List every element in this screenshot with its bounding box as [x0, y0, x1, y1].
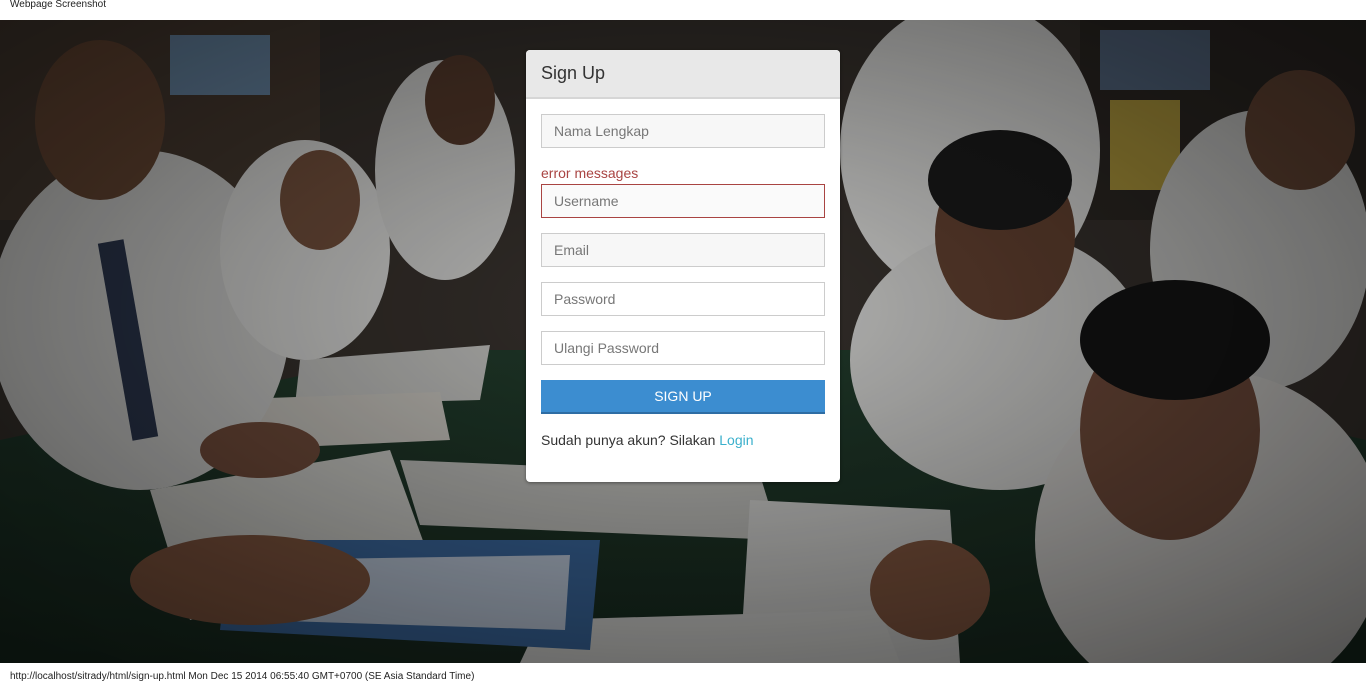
screenshot-footer: http://localhost/sitrady/html/sign-up.ht…: [0, 663, 1366, 683]
password-input[interactable]: [541, 282, 825, 316]
login-prompt-text: Sudah punya akun? Silakan: [541, 432, 716, 448]
fullname-input[interactable]: [541, 114, 825, 148]
username-input[interactable]: [541, 184, 825, 218]
page-viewport: Sign Up error messages SIGN UP Sudah pun…: [0, 20, 1366, 663]
login-link[interactable]: Login: [719, 432, 753, 448]
screenshot-header: Webpage Screenshot: [0, 0, 1366, 20]
signup-button[interactable]: SIGN UP: [541, 380, 825, 414]
email-input[interactable]: [541, 233, 825, 267]
panel-title: Sign Up: [541, 63, 606, 83]
confirm-password-input[interactable]: [541, 331, 825, 365]
error-message: error messages: [541, 165, 639, 181]
signup-form: error messages SIGN UP Sudah punya akun?…: [526, 99, 840, 448]
panel-heading: Sign Up: [526, 50, 840, 99]
login-prompt-line: Sudah punya akun? Silakan Login: [541, 432, 825, 448]
screenshot-footer-text: http://localhost/sitrady/html/sign-up.ht…: [10, 671, 475, 682]
screenshot-header-text: Webpage Screenshot: [10, 0, 106, 10]
signup-panel: Sign Up error messages SIGN UP Sudah pun…: [526, 50, 840, 482]
